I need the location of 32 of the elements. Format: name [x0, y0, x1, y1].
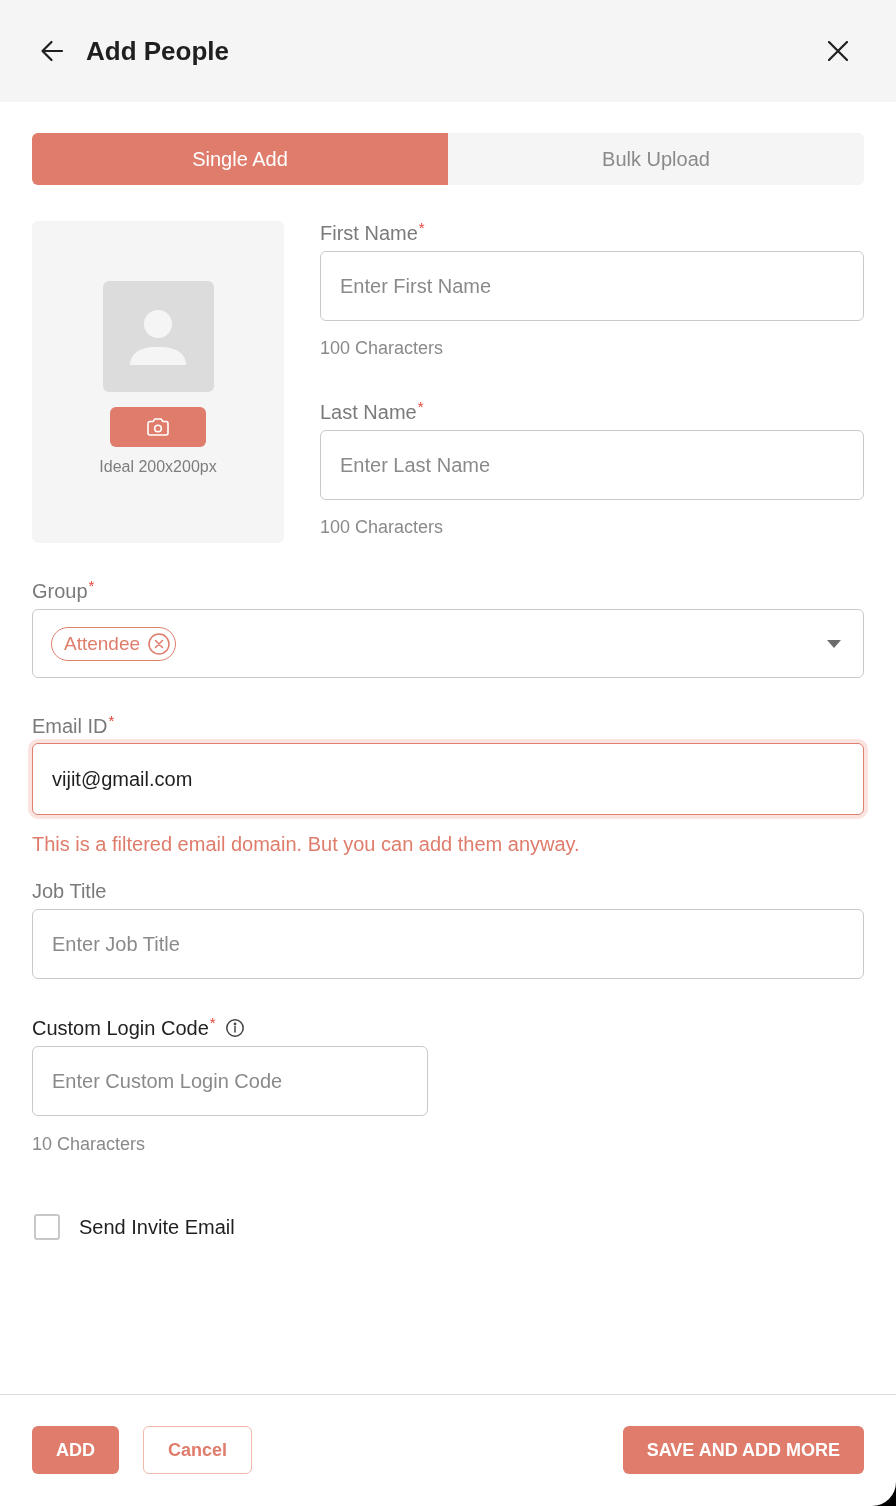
checkbox-label: Send Invite Email: [79, 1215, 235, 1239]
info-icon[interactable]: [225, 1019, 244, 1037]
text-input[interactable]: Enter First Name: [320, 251, 864, 321]
text-input[interactable]: Enter Job Title: [32, 909, 864, 979]
action-button[interactable]: Cancel: [143, 1426, 253, 1474]
text-input[interactable]: Enter Last Name: [320, 430, 864, 500]
group-name: Attendee: [64, 631, 141, 656]
dropdown-caret-icon: [827, 639, 841, 648]
field-label: Email ID$^{*}$: [32, 714, 115, 738]
character-limit-text: 10 Characters: [32, 1133, 146, 1155]
field-label: Group$^{*}$: [32, 579, 95, 603]
photo-size-hint: Ideal 200x200px: [99, 457, 217, 477]
action-button[interactable]: ADD: [32, 1426, 119, 1474]
text-input[interactable]: vijit@gmail.com: [32, 743, 864, 815]
tab[interactable]: Single Add: [32, 133, 448, 185]
checkbox[interactable]: [34, 1214, 60, 1240]
error-message: This is a filtered email domain. But you can add them anyway.: [32, 832, 580, 856]
group-select[interactable]: Attendee: [32, 609, 864, 678]
character-limit-text: 100 Characters: [320, 337, 444, 359]
dialog-title: Add People: [86, 35, 229, 67]
field-label: Job Title: [32, 879, 107, 903]
back-icon[interactable]: [40, 39, 64, 63]
character-limit-text: 100 Characters: [320, 516, 444, 538]
field-label: First Name$^{*}$: [320, 221, 425, 245]
action-button[interactable]: SAVE AND ADD MORE: [622, 1426, 864, 1474]
close-icon[interactable]: [828, 41, 848, 61]
field-label: Custom Login Code$^{*}$: [32, 1016, 216, 1040]
text-input[interactable]: Enter Custom Login Code: [32, 1046, 428, 1116]
field-label: Last Name$^{*}$: [320, 400, 424, 424]
camera-icon: [147, 418, 169, 436]
remove-icon[interactable]: [148, 632, 171, 655]
avatar-placeholder-icon: [102, 281, 214, 392]
